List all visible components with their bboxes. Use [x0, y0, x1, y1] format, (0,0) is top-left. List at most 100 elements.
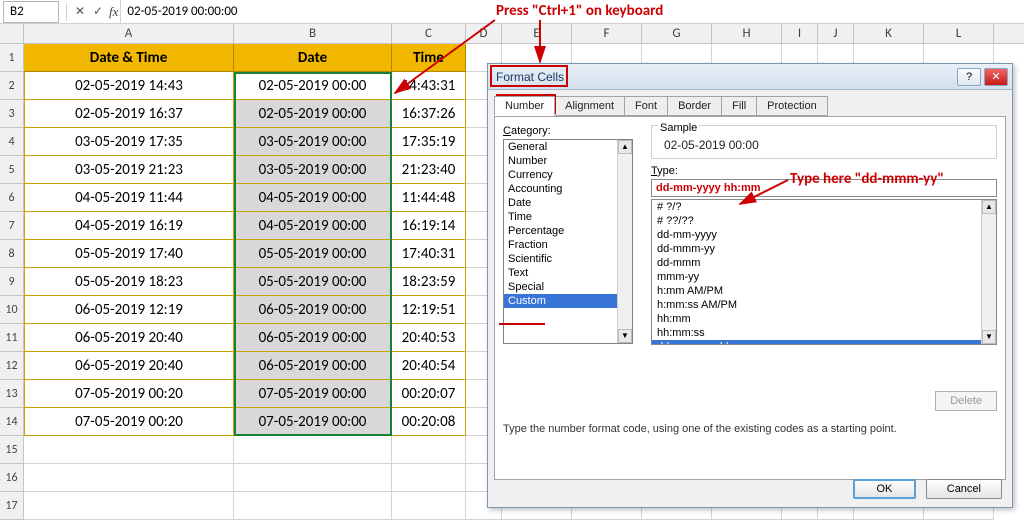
- category-item-fraction[interactable]: Fraction: [504, 238, 632, 252]
- cell-A16[interactable]: [24, 464, 234, 492]
- cell-B4[interactable]: 03-05-2019 00:00: [234, 128, 392, 156]
- cell-A14[interactable]: 07-05-2019 00:20: [24, 408, 234, 436]
- tab-font[interactable]: Font: [624, 96, 668, 116]
- cell-A17[interactable]: [24, 492, 234, 520]
- category-item-number[interactable]: Number: [504, 154, 632, 168]
- cell-A15[interactable]: [24, 436, 234, 464]
- scrollbar[interactable]: ▲ ▼: [617, 140, 632, 343]
- category-listbox[interactable]: GeneralNumberCurrencyAccountingDateTimeP…: [503, 139, 633, 344]
- row-header-4[interactable]: 4: [0, 128, 23, 156]
- tab-fill[interactable]: Fill: [721, 96, 757, 116]
- fx-icon[interactable]: fx: [109, 4, 118, 20]
- scroll-down-icon[interactable]: ▼: [618, 329, 632, 343]
- cell-A3[interactable]: 02-05-2019 16:37: [24, 100, 234, 128]
- column-header-J[interactable]: J: [818, 24, 854, 43]
- type-item[interactable]: dd-mmm: [652, 256, 996, 270]
- tab-alignment[interactable]: Alignment: [554, 96, 625, 116]
- accept-icon[interactable]: ✓: [89, 4, 107, 19]
- cell-B3[interactable]: 02-05-2019 00:00: [234, 100, 392, 128]
- tab-number[interactable]: Number: [494, 96, 555, 116]
- cell-B13[interactable]: 07-05-2019 00:00: [234, 380, 392, 408]
- cell-B14[interactable]: 07-05-2019 00:00: [234, 408, 392, 436]
- row-header-15[interactable]: 15: [0, 436, 23, 464]
- scroll-up-icon[interactable]: ▲: [982, 200, 996, 214]
- row-header-17[interactable]: 17: [0, 492, 23, 520]
- row-header-12[interactable]: 12: [0, 352, 23, 380]
- category-item-date[interactable]: Date: [504, 196, 632, 210]
- category-item-general[interactable]: General: [504, 140, 632, 154]
- type-item[interactable]: h:mm:ss AM/PM: [652, 298, 996, 312]
- type-item[interactable]: dd-mm-yyyy: [652, 228, 996, 242]
- cell-A12[interactable]: 06-05-2019 20:40: [24, 352, 234, 380]
- cancel-icon[interactable]: ✕: [71, 4, 89, 19]
- type-item[interactable]: # ?/?: [652, 200, 996, 214]
- row-header-6[interactable]: 6: [0, 184, 23, 212]
- type-item[interactable]: mmm-yy: [652, 270, 996, 284]
- row-header-11[interactable]: 11: [0, 324, 23, 352]
- scroll-track[interactable]: [982, 214, 996, 330]
- cell-A8[interactable]: 05-05-2019 17:40: [24, 240, 234, 268]
- type-item[interactable]: dd-mmm-yy: [652, 242, 996, 256]
- type-item[interactable]: h:mm AM/PM: [652, 284, 996, 298]
- row-header-5[interactable]: 5: [0, 156, 23, 184]
- type-item[interactable]: # ??/??: [652, 214, 996, 228]
- category-item-text[interactable]: Text: [504, 266, 632, 280]
- cell-C5[interactable]: 21:23:40: [392, 156, 466, 184]
- cell-A4[interactable]: 03-05-2019 17:35: [24, 128, 234, 156]
- column-header-G[interactable]: G: [642, 24, 712, 43]
- row-header-3[interactable]: 3: [0, 100, 23, 128]
- category-item-scientific[interactable]: Scientific: [504, 252, 632, 266]
- cell-B15[interactable]: [234, 436, 392, 464]
- type-item[interactable]: hh:mm:ss: [652, 326, 996, 340]
- column-header-A[interactable]: A: [24, 24, 234, 43]
- ok-button[interactable]: OK: [853, 479, 917, 499]
- column-header-C[interactable]: C: [392, 24, 466, 43]
- cell-C6[interactable]: 11:44:48: [392, 184, 466, 212]
- cell-B5[interactable]: 03-05-2019 00:00: [234, 156, 392, 184]
- namebox[interactable]: B2: [3, 1, 59, 23]
- help-button[interactable]: ?: [957, 68, 981, 86]
- cell-A9[interactable]: 05-05-2019 18:23: [24, 268, 234, 296]
- row-header-13[interactable]: 13: [0, 380, 23, 408]
- column-header-D[interactable]: D: [466, 24, 502, 43]
- cell-C9[interactable]: 18:23:59: [392, 268, 466, 296]
- cell-B12[interactable]: 06-05-2019 00:00: [234, 352, 392, 380]
- cell-C11[interactable]: 20:40:53: [392, 324, 466, 352]
- column-header-E[interactable]: E: [502, 24, 572, 43]
- type-item[interactable]: hh:mm: [652, 312, 996, 326]
- cell-B17[interactable]: [234, 492, 392, 520]
- cell-C17[interactable]: [392, 492, 466, 520]
- row-header-9[interactable]: 9: [0, 268, 23, 296]
- column-header-F[interactable]: F: [572, 24, 642, 43]
- close-button[interactable]: ✕: [984, 68, 1008, 86]
- cell-C15[interactable]: [392, 436, 466, 464]
- cell-B7[interactable]: 04-05-2019 00:00: [234, 212, 392, 240]
- tab-border[interactable]: Border: [667, 96, 722, 116]
- row-header-14[interactable]: 14: [0, 408, 23, 436]
- category-item-currency[interactable]: Currency: [504, 168, 632, 182]
- cell-A6[interactable]: 04-05-2019 11:44: [24, 184, 234, 212]
- cell-A2[interactable]: 02-05-2019 14:43: [24, 72, 234, 100]
- cell-C12[interactable]: 20:40:54: [392, 352, 466, 380]
- select-all-corner[interactable]: [0, 24, 24, 44]
- cell-B9[interactable]: 05-05-2019 00:00: [234, 268, 392, 296]
- row-header-1[interactable]: 1: [0, 44, 23, 72]
- cell-C16[interactable]: [392, 464, 466, 492]
- cell-A7[interactable]: 04-05-2019 16:19: [24, 212, 234, 240]
- row-header-10[interactable]: 10: [0, 296, 23, 324]
- cancel-button[interactable]: Cancel: [926, 479, 1002, 499]
- scrollbar[interactable]: ▲ ▼: [981, 200, 996, 344]
- cell-C10[interactable]: 12:19:51: [392, 296, 466, 324]
- cell-B8[interactable]: 05-05-2019 00:00: [234, 240, 392, 268]
- tab-protection[interactable]: Protection: [756, 96, 828, 116]
- cell-C7[interactable]: 16:19:14: [392, 212, 466, 240]
- category-item-special[interactable]: Special: [504, 280, 632, 294]
- cell-B1[interactable]: Date: [234, 44, 392, 72]
- row-header-2[interactable]: 2: [0, 72, 23, 100]
- column-header-K[interactable]: K: [854, 24, 924, 43]
- cell-C3[interactable]: 16:37:26: [392, 100, 466, 128]
- column-header-H[interactable]: H: [712, 24, 782, 43]
- cell-B16[interactable]: [234, 464, 392, 492]
- column-header-B[interactable]: B: [234, 24, 392, 43]
- scroll-up-icon[interactable]: ▲: [618, 140, 632, 154]
